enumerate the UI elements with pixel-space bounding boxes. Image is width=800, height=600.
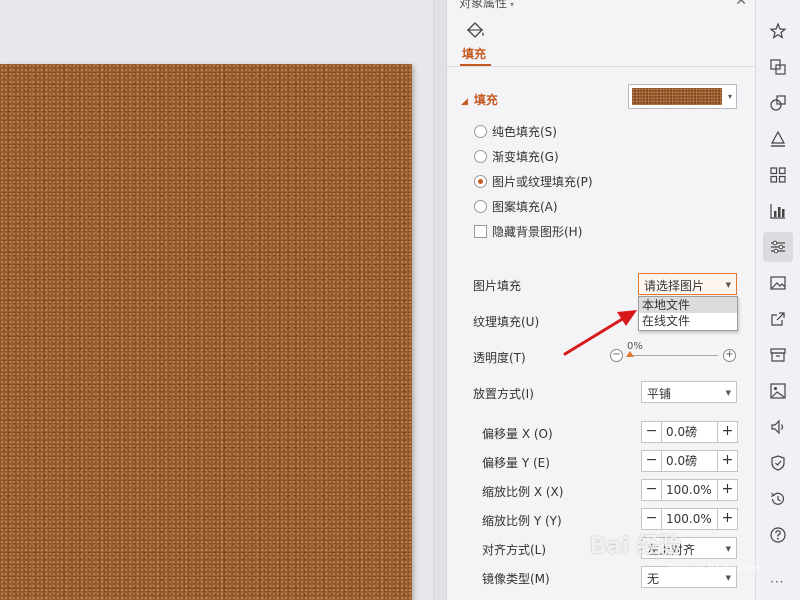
increment-button[interactable]: + bbox=[717, 422, 737, 442]
radio-button-selected[interactable] bbox=[474, 174, 487, 188]
shapes-icon[interactable] bbox=[763, 88, 793, 118]
menu-item-local-file[interactable]: 本地文件 bbox=[639, 297, 737, 313]
offset-y-label: 偏移量 Y (E) bbox=[482, 456, 550, 470]
close-icon[interactable]: ✕ bbox=[735, 0, 747, 9]
texture-fill-label: 纹理填充(U) bbox=[473, 315, 540, 329]
offset-x-label: 偏移量 X (O) bbox=[482, 427, 553, 441]
star-icon[interactable] bbox=[763, 16, 793, 46]
transparency-slider-track[interactable] bbox=[628, 355, 718, 356]
tab-fill[interactable]: 填充 bbox=[462, 45, 486, 62]
placement-label: 放置方式(I) bbox=[473, 387, 534, 401]
radio-button[interactable] bbox=[474, 149, 487, 163]
scale-x-stepper[interactable]: − 100.0% + bbox=[641, 479, 738, 501]
decrement-button[interactable]: − bbox=[642, 480, 662, 500]
image-icon[interactable] bbox=[763, 268, 793, 298]
radio-label: 纯色填充(S) bbox=[492, 124, 557, 139]
dropdown-value: 无 bbox=[647, 572, 660, 586]
watermark-logo: Bai 经验 bbox=[590, 534, 681, 559]
plus-icon[interactable]: + bbox=[723, 349, 736, 362]
offset-x-input[interactable]: 0.0磅 bbox=[662, 422, 717, 442]
radio-solid-fill[interactable]: 纯色填充(S) bbox=[474, 122, 557, 140]
checkbox-hide-bg[interactable]: 隐藏背景图形(H) bbox=[474, 222, 582, 240]
transparency-label: 透明度(T) bbox=[473, 351, 526, 365]
offset-y-stepper[interactable]: − 0.0磅 + bbox=[641, 450, 738, 472]
panel-title-text: 对象属性 bbox=[459, 0, 508, 10]
chevron-down-icon: ▼ bbox=[725, 281, 731, 289]
chevron-down-icon: ▾ bbox=[727, 92, 732, 101]
decrement-button[interactable]: − bbox=[642, 509, 662, 529]
share-icon[interactable] bbox=[763, 304, 793, 334]
radio-gradient-fill[interactable]: 渐变填充(G) bbox=[474, 147, 559, 165]
panel-title[interactable]: 对象属性 ▾ bbox=[459, 0, 514, 11]
decrement-button[interactable]: − bbox=[642, 422, 662, 442]
divider bbox=[447, 66, 755, 67]
audio-icon[interactable] bbox=[763, 412, 793, 442]
radio-picture-texture-fill[interactable]: 图片或纹理填充(P) bbox=[474, 172, 593, 190]
radio-label: 渐变填充(G) bbox=[492, 149, 559, 164]
radio-label: 图案填充(A) bbox=[492, 199, 558, 214]
checkbox-label: 隐藏背景图形(H) bbox=[492, 224, 583, 239]
picture-fill-dropdown[interactable]: 请选择图片 ▼ bbox=[638, 273, 737, 295]
settings-sliders-icon[interactable] bbox=[763, 232, 793, 262]
history-icon[interactable] bbox=[763, 484, 793, 514]
radio-pattern-fill[interactable]: 图案填充(A) bbox=[474, 197, 558, 215]
decrement-button[interactable]: − bbox=[642, 451, 662, 471]
canvas-area[interactable] bbox=[0, 0, 433, 600]
minus-icon[interactable]: − bbox=[610, 349, 623, 362]
property-panel: 对象属性 ▾ ✕ 填充 ◢ 填充 ▾ 纯色填充(S) 渐变填充(G) 图片或纹理填充… bbox=[447, 0, 755, 600]
scale-y-input[interactable]: 100.0% bbox=[662, 509, 717, 529]
panel-splitter[interactable] bbox=[433, 0, 447, 600]
paint-bucket-icon[interactable] bbox=[464, 21, 486, 41]
more-icon[interactable]: ··· bbox=[770, 575, 784, 589]
dropdown-value: 请选择图片 bbox=[644, 279, 705, 293]
scale-x-label: 缩放比例 X (X) bbox=[482, 485, 564, 499]
menu-item-online-file[interactable]: 在线文件 bbox=[639, 313, 737, 329]
text-fill-icon[interactable] bbox=[763, 124, 793, 154]
archive-icon[interactable] bbox=[763, 340, 793, 370]
transparency-value: 0% bbox=[627, 341, 643, 352]
scale-x-input[interactable]: 100.0% bbox=[662, 480, 717, 500]
layers-icon[interactable] bbox=[763, 52, 793, 82]
increment-button[interactable]: + bbox=[717, 480, 737, 500]
increment-button[interactable]: + bbox=[717, 509, 737, 529]
section-fill-header[interactable]: ◢ 填充 bbox=[461, 91, 498, 108]
radio-label: 图片或纹理填充(P) bbox=[492, 174, 593, 189]
increment-button[interactable]: + bbox=[717, 451, 737, 471]
grid-icon[interactable] bbox=[763, 160, 793, 190]
picture-source-menu: 本地文件 在线文件 bbox=[638, 296, 738, 331]
watermark-url: jingyan.baidu.com bbox=[668, 563, 761, 574]
chevron-down-icon: ▼ bbox=[725, 545, 731, 553]
chevron-down-icon: ▼ bbox=[725, 574, 731, 582]
mirror-label: 镜像类型(M) bbox=[482, 572, 550, 586]
chevron-down-icon: ▼ bbox=[725, 389, 731, 397]
picture-fill-label: 图片填充 bbox=[473, 279, 522, 293]
checkbox[interactable] bbox=[474, 224, 487, 238]
offset-x-stepper[interactable]: − 0.0磅 + bbox=[641, 421, 738, 443]
right-toolbar: ··· bbox=[755, 0, 800, 600]
picture-icon[interactable] bbox=[763, 376, 793, 406]
fill-color-picker[interactable]: ▾ bbox=[628, 84, 737, 109]
texture-preview bbox=[632, 88, 722, 105]
scale-y-stepper[interactable]: − 100.0% + bbox=[641, 508, 738, 530]
scale-y-label: 缩放比例 Y (Y) bbox=[482, 514, 562, 528]
section-fill-title: 填充 bbox=[473, 93, 498, 107]
collapse-triangle-icon: ◢ bbox=[461, 97, 468, 107]
chart-icon[interactable] bbox=[763, 196, 793, 226]
slide-leather-texture[interactable] bbox=[0, 64, 412, 600]
radio-button[interactable] bbox=[474, 199, 487, 213]
shield-icon[interactable] bbox=[763, 448, 793, 478]
placement-dropdown[interactable]: 平铺 ▼ bbox=[641, 381, 737, 403]
align-label: 对齐方式(L) bbox=[482, 543, 547, 557]
help-icon[interactable] bbox=[763, 520, 793, 550]
chevron-down-icon: ▾ bbox=[510, 0, 515, 9]
dropdown-value: 平铺 bbox=[647, 387, 672, 401]
radio-button[interactable] bbox=[474, 124, 487, 138]
offset-y-input[interactable]: 0.0磅 bbox=[662, 451, 717, 471]
